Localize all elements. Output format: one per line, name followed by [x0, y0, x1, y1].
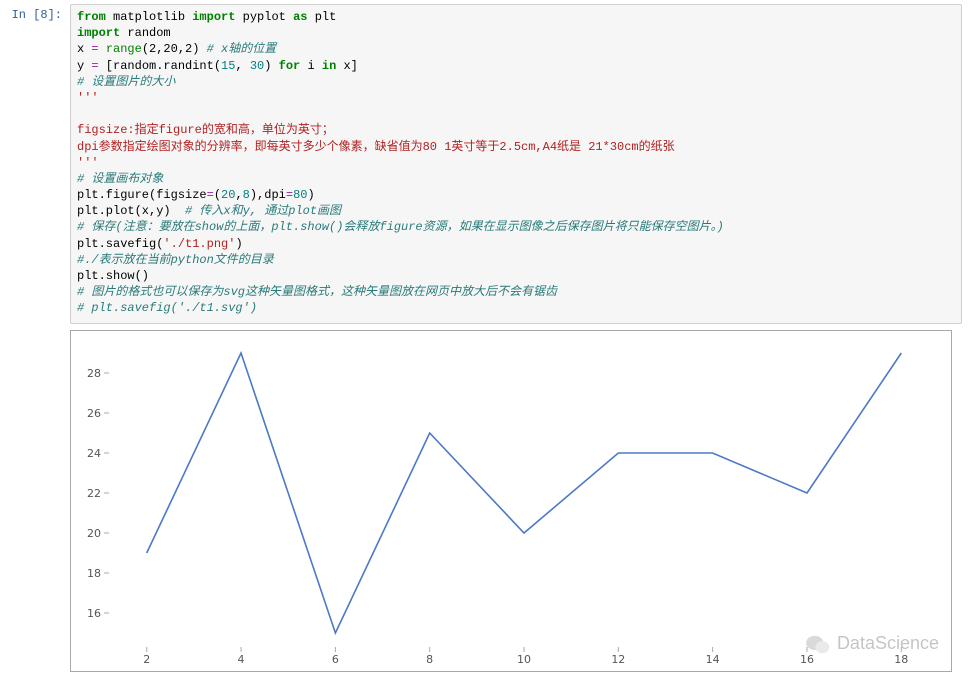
y-open: [random.randint( [99, 59, 221, 73]
mod-random: random [127, 26, 170, 40]
cmt-canvas: # 设置画布对象 [77, 172, 163, 186]
svg-text:18: 18 [87, 567, 101, 580]
code-input[interactable]: from matplotlib import pyplot as plt imp… [70, 4, 962, 324]
y-axis-ticks: 16 18 20 22 24 26 28 [87, 367, 109, 620]
var-y: y [77, 59, 91, 73]
svg-text:26: 26 [87, 407, 101, 420]
cmt-dir: #./表示放在当前python文件的目录 [77, 253, 274, 267]
var-x: x [77, 42, 91, 56]
fig-a: plt.figure(figsize [77, 188, 207, 202]
svg-text:16: 16 [800, 653, 814, 666]
svg-text:12: 12 [611, 653, 625, 666]
x-axis-ticks: 2 4 6 8 10 12 14 16 18 [143, 647, 908, 666]
y-close2: x] [336, 59, 358, 73]
docstr-open: ''' [77, 91, 99, 105]
kw-in: in [322, 59, 336, 73]
fig-eq1: = [207, 188, 214, 202]
data-series-line [147, 353, 902, 633]
fig-c1: , [235, 188, 242, 202]
svg-text:10: 10 [517, 653, 531, 666]
fig-b: ( [214, 188, 221, 202]
fig-n2: 8 [243, 188, 250, 202]
fig-n1: 20 [221, 188, 235, 202]
num-30: 30 [250, 59, 264, 73]
alias-plt: plt [315, 10, 337, 24]
line-chart: 16182022242628 24681012141618 DataScienc… [70, 330, 952, 672]
notebook-root: In [8]: from matplotlib import pyplot as… [0, 0, 968, 676]
kw-import2: import [77, 26, 120, 40]
cmt-figsize: # 设置图片的大小 [77, 75, 175, 89]
cell-prompt: In [8]: [6, 4, 62, 22]
show-call: plt.show() [77, 269, 149, 283]
savefig-a: plt.savefig( [77, 237, 163, 251]
svg-text:18: 18 [894, 653, 908, 666]
fig-eq2: = [286, 188, 293, 202]
output-area: 16182022242628 24681012141618 DataScienc… [70, 330, 962, 672]
savefig-b: ) [235, 237, 242, 251]
cmt-svg2: # plt.savefig('./t1.svg') [77, 301, 257, 315]
cmt-svg1: # 图片的格式也可以保存为svg这种矢量图格式，这种矢量图放在网页中放大后不会有… [77, 285, 557, 299]
svg-text:28: 28 [87, 367, 101, 380]
svg-text:24: 24 [87, 447, 101, 460]
svg-text:2: 2 [143, 653, 150, 666]
kw-import: import [192, 10, 235, 24]
cmt-xaxis: # x轴的位置 [207, 42, 277, 56]
svg-text:4: 4 [238, 653, 245, 666]
kw-for: for [279, 59, 301, 73]
kw-from: from [77, 10, 106, 24]
sp1 [99, 42, 106, 56]
svg-text:6: 6 [332, 653, 339, 666]
mod-matplotlib: matplotlib [113, 10, 185, 24]
fig-b2: ),dpi [250, 188, 286, 202]
plot-call: plt.plot(x,y) [77, 204, 185, 218]
y-close1: ) [264, 59, 278, 73]
fn-range: range [106, 42, 142, 56]
code-cell: In [8]: from matplotlib import pyplot as… [6, 4, 962, 324]
kw-as: as [293, 10, 307, 24]
range-args: (2,20,2) [142, 42, 207, 56]
op-eq1: = [91, 42, 98, 56]
comma: , [235, 59, 249, 73]
fig-b3: ) [307, 188, 314, 202]
mod-pyplot: pyplot [243, 10, 286, 24]
cmt-save: # 保存(注意：要放在show的上面，plt.show()会释放figure资源… [77, 220, 724, 234]
docstr-l2: dpi参数指定绘图对象的分辨率，即每英寸多少个像素，缺省值为80 1英寸等于2.… [77, 140, 675, 154]
chart-svg: 16182022242628 24681012141618 [71, 331, 951, 671]
docstr-l1: figsize:指定figure的宽和高，单位为英寸； [77, 123, 334, 137]
svg-text:16: 16 [87, 607, 101, 620]
sp-i: i [300, 59, 322, 73]
svg-text:8: 8 [426, 653, 433, 666]
svg-text:22: 22 [87, 487, 101, 500]
savefig-str: './t1.png' [163, 237, 235, 251]
cmt-plot: # 传入x和y, 通过plot画图 [185, 204, 341, 218]
num-15: 15 [221, 59, 235, 73]
svg-text:14: 14 [706, 653, 720, 666]
op-eq2: = [91, 59, 98, 73]
svg-text:20: 20 [87, 527, 101, 540]
fig-n3: 80 [293, 188, 307, 202]
docstr-close: ''' [77, 156, 99, 170]
